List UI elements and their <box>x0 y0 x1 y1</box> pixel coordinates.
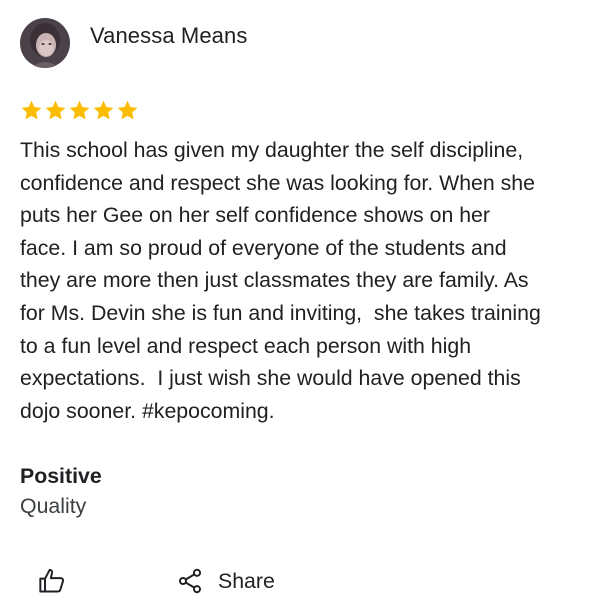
review-attribute: Positive Quality <box>20 461 102 521</box>
review-card: Vanessa Means This school has given my d… <box>0 0 596 616</box>
avatar[interactable] <box>20 18 70 68</box>
star-icon <box>93 100 114 120</box>
thumbs-up-icon <box>39 568 65 593</box>
review-header: Vanessa Means <box>20 18 247 70</box>
attribute-value: Quality <box>20 494 87 518</box>
attribute-title: Positive <box>20 464 102 488</box>
star-icon <box>69 100 90 120</box>
like-button[interactable] <box>34 564 70 598</box>
reviewer-name[interactable]: Vanessa Means <box>90 23 247 49</box>
share-button[interactable]: Share <box>176 564 275 598</box>
star-icon <box>45 100 66 120</box>
review-actions: Share <box>0 560 596 600</box>
review-text: This school has given my daughter the se… <box>20 138 541 423</box>
star-icon <box>21 100 42 120</box>
share-label: Share <box>218 568 275 593</box>
star-icon <box>117 100 138 120</box>
star-rating <box>20 99 139 122</box>
share-icon <box>178 568 202 594</box>
